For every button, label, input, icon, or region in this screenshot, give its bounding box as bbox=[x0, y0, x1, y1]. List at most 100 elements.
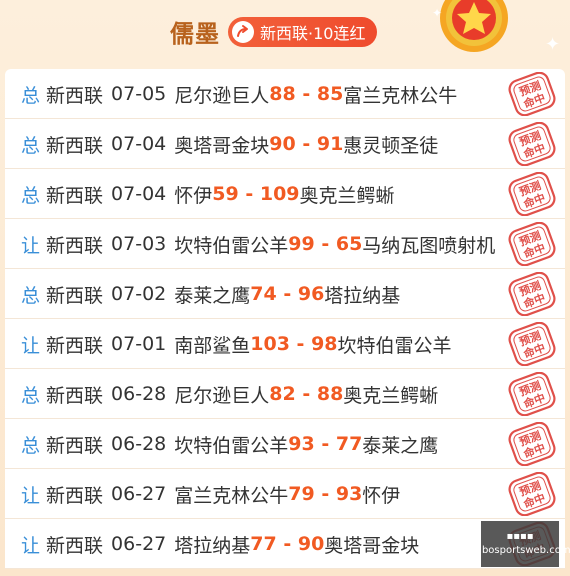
hit-stamp-icon: 预测 命中 bbox=[508, 371, 556, 417]
prediction-text: 总 新西联 07-04 怀伊 59 - 109 奥克兰鳄蜥 bbox=[21, 169, 395, 219]
list-item[interactable]: 总 新西联 07-04 怀伊 59 - 109 奥克兰鳄蜥 预测 命中 bbox=[5, 169, 565, 219]
league-name: 新西联 bbox=[46, 234, 104, 257]
list-item[interactable]: 总 新西联 07-04 奥塔哥金块 90 - 91 惠灵顿圣徒 预测 命中 bbox=[5, 119, 565, 169]
score-separator: - bbox=[276, 283, 298, 305]
home-score: 77 bbox=[250, 533, 277, 555]
bet-type: 总 bbox=[21, 84, 41, 107]
home-score: 82 bbox=[269, 383, 296, 405]
away-team: 奥克兰鳄蜥 bbox=[343, 384, 439, 407]
sparkle-icon: ✦ bbox=[432, 6, 443, 20]
bet-type: 总 bbox=[21, 384, 41, 407]
home-team: 怀伊 bbox=[174, 184, 213, 207]
away-score: 77 bbox=[335, 433, 363, 455]
watermark-line1: ▪▪▪▪ bbox=[506, 531, 534, 542]
score-separator: - bbox=[295, 383, 317, 405]
away-score: 91 bbox=[316, 133, 344, 155]
list-item[interactable]: 总 新西联 06-28 坎特伯雷公羊 93 - 77 泰莱之鹰 预测 命中 bbox=[5, 419, 565, 469]
home-score: 99 bbox=[288, 233, 315, 255]
list-item[interactable]: 总 新西联 07-05 尼尔逊巨人 88 - 85 富兰克林公牛 预测 命中 bbox=[5, 69, 565, 119]
match-date: 06-27 bbox=[111, 483, 167, 505]
league-name: 新西联 bbox=[46, 484, 104, 507]
away-team: 泰莱之鹰 bbox=[362, 434, 439, 457]
home-score: 90 bbox=[269, 133, 296, 155]
away-team: 惠灵顿圣徒 bbox=[343, 134, 439, 157]
hit-stamp-icon: 预测 命中 bbox=[508, 171, 556, 217]
hit-stamp-icon: 预测 命中 bbox=[508, 321, 556, 367]
hit-stamp-icon: 预测 命中 bbox=[508, 271, 556, 317]
away-team: 奥塔哥金块 bbox=[324, 534, 420, 557]
match-date: 06-28 bbox=[111, 433, 167, 455]
score-separator: - bbox=[314, 483, 336, 505]
league-name: 新西联 bbox=[46, 384, 104, 407]
away-score: 88 bbox=[316, 383, 344, 405]
league-name: 新西联 bbox=[46, 334, 104, 357]
prediction-text: 总 新西联 07-05 尼尔逊巨人 88 - 85 富兰克林公牛 bbox=[21, 69, 457, 119]
list-item[interactable]: 总 新西联 06-28 尼尔逊巨人 82 - 88 奥克兰鳄蜥 预测 命中 bbox=[5, 369, 565, 419]
trend-up-icon bbox=[232, 21, 254, 43]
hit-stamp-icon: 预测 命中 bbox=[508, 71, 556, 117]
list-item[interactable]: 让 新西联 06-27 富兰克林公牛 79 - 93 怀伊 预测 命中 bbox=[5, 469, 565, 519]
match-date: 07-04 bbox=[111, 183, 167, 205]
match-date: 06-27 bbox=[111, 533, 167, 555]
bet-type: 总 bbox=[21, 434, 41, 457]
bet-type: 让 bbox=[21, 484, 41, 507]
prediction-text: 让 新西联 06-27 富兰克林公牛 79 - 93 怀伊 bbox=[21, 469, 400, 519]
home-score: 93 bbox=[288, 433, 315, 455]
prediction-text: 总 新西联 07-04 奥塔哥金块 90 - 91 惠灵顿圣徒 bbox=[21, 119, 438, 169]
prediction-text: 总 新西联 07-02 泰莱之鹰 74 - 96 塔拉纳基 bbox=[21, 269, 400, 319]
home-team: 塔拉纳基 bbox=[174, 534, 251, 557]
league-name: 新西联 bbox=[46, 134, 104, 157]
sparkle-icon: ✦ bbox=[545, 34, 561, 55]
league-name: 新西联 bbox=[46, 184, 104, 207]
prediction-list: 总 新西联 07-05 尼尔逊巨人 88 - 85 富兰克林公牛 预测 命中 总… bbox=[5, 69, 565, 569]
streak-badge-text: 新西联·10连红 bbox=[260, 24, 366, 43]
match-date: 07-02 bbox=[111, 283, 167, 305]
bet-type: 总 bbox=[21, 284, 41, 307]
home-team: 泰莱之鹰 bbox=[174, 284, 251, 307]
home-score: 79 bbox=[288, 483, 315, 505]
streak-badge: 新西联·10连红 bbox=[228, 17, 378, 47]
score-separator: - bbox=[295, 133, 317, 155]
score-separator: - bbox=[314, 433, 336, 455]
hit-stamp-icon: 预测 命中 bbox=[508, 121, 556, 167]
watermark-line2: mibosportsweb.com bbox=[469, 545, 570, 556]
match-date: 07-01 bbox=[111, 333, 167, 355]
away-team: 马纳瓦图喷射机 bbox=[362, 234, 496, 257]
away-score: 90 bbox=[297, 533, 325, 555]
list-item[interactable]: 让 新西联 07-03 坎特伯雷公羊 99 - 65 马纳瓦图喷射机 预测 命中 bbox=[5, 219, 565, 269]
score-separator: - bbox=[276, 533, 298, 555]
home-score: 59 bbox=[212, 183, 239, 205]
list-item[interactable]: 让 新西联 07-01 南部鲨鱼 103 - 98 坎特伯雷公羊 预测 命中 bbox=[5, 319, 565, 369]
home-team: 尼尔逊巨人 bbox=[174, 384, 270, 407]
league-name: 新西联 bbox=[46, 434, 104, 457]
star-medal-icon bbox=[438, 0, 518, 66]
league-name: 新西联 bbox=[46, 84, 104, 107]
home-team: 南部鲨鱼 bbox=[174, 334, 251, 357]
away-team: 塔拉纳基 bbox=[324, 284, 401, 307]
prediction-text: 让 新西联 07-03 坎特伯雷公羊 99 - 65 马纳瓦图喷射机 bbox=[21, 219, 495, 269]
expert-header: 儒墨 新西联·10连红 ✦ ✦ bbox=[0, 0, 570, 66]
home-team: 尼尔逊巨人 bbox=[174, 84, 270, 107]
match-date: 07-03 bbox=[111, 233, 167, 255]
match-date: 07-04 bbox=[111, 133, 167, 155]
match-date: 06-28 bbox=[111, 383, 167, 405]
home-score: 103 bbox=[250, 333, 290, 355]
bet-type: 总 bbox=[21, 184, 41, 207]
expert-name: 儒墨 bbox=[170, 20, 220, 48]
home-team: 坎特伯雷公羊 bbox=[174, 434, 289, 457]
away-team: 富兰克林公牛 bbox=[343, 84, 458, 107]
score-separator: - bbox=[314, 233, 336, 255]
list-item[interactable]: 总 新西联 07-02 泰莱之鹰 74 - 96 塔拉纳基 预测 命中 bbox=[5, 269, 565, 319]
hit-stamp-icon: 预测 命中 bbox=[508, 421, 556, 467]
hit-stamp-icon: 预测 命中 bbox=[508, 221, 556, 267]
home-score: 74 bbox=[250, 283, 277, 305]
away-score: 93 bbox=[335, 483, 363, 505]
prediction-text: 总 新西联 06-28 坎特伯雷公羊 93 - 77 泰莱之鹰 bbox=[21, 419, 438, 469]
away-score: 96 bbox=[297, 283, 325, 305]
site-watermark: ▪▪▪▪ mibosportsweb.com bbox=[469, 521, 570, 567]
match-date: 07-05 bbox=[111, 83, 167, 105]
league-name: 新西联 bbox=[46, 534, 104, 557]
league-name: 新西联 bbox=[46, 284, 104, 307]
score-separator: - bbox=[238, 183, 260, 205]
bet-type: 让 bbox=[21, 534, 41, 557]
